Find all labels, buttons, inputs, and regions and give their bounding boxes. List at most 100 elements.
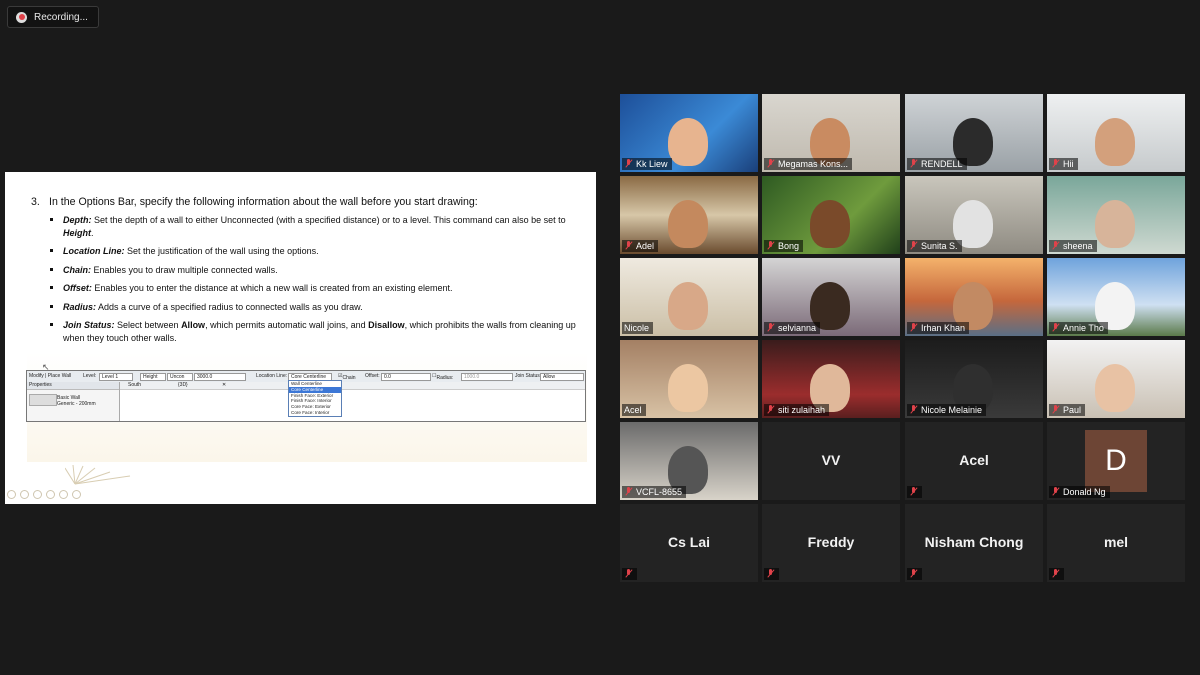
view-tabs: South {3D} ✕ <box>120 382 585 390</box>
mic-muted-icon <box>766 159 775 169</box>
shared-screen: 3. In the Options Bar, specify the follow… <box>5 172 596 504</box>
mic-muted-icon <box>766 405 775 415</box>
participant-tile[interactable]: siti zulaihah <box>762 340 900 418</box>
mic-muted-icon <box>766 569 775 579</box>
participant-name: RENDELL <box>921 159 963 169</box>
participant-name: Annie Tho <box>1063 323 1104 333</box>
recording-label: Recording... <box>34 11 88 23</box>
mic-muted-icon <box>909 405 918 415</box>
participant-tile[interactable]: Acel <box>905 422 1043 500</box>
revit-options-bar-image: Modify | Place Wall Level: Level 1 Heigh… <box>26 370 586 422</box>
participant-name-tag: VCFL-8655 <box>622 486 687 498</box>
participant-silhouette <box>1095 364 1135 412</box>
participant-tile[interactable]: Annie Tho <box>1047 258 1185 336</box>
nav-more-icon[interactable] <box>72 490 81 499</box>
participant-tile[interactable]: Nisham Chong <box>905 504 1043 582</box>
participant-tile[interactable]: sheena <box>1047 176 1185 254</box>
participant-tile[interactable]: selvianna <box>762 258 900 336</box>
recording-indicator[interactable]: Recording... <box>7 6 99 28</box>
participant-tile[interactable]: Megamas Kons... <box>762 94 900 172</box>
participant-name-tag: Sunita S. <box>907 240 962 252</box>
participant-name-tag: selvianna <box>764 322 821 334</box>
participant-tile[interactable]: Irhan Khan <box>905 258 1043 336</box>
participant-name: Megamas Kons... <box>778 159 849 169</box>
location-line-dropdown: Wall Centerline Core Centerline Finish Fac… <box>288 380 342 417</box>
mic-muted-icon <box>624 487 633 497</box>
participant-tile[interactable]: Adel <box>620 176 758 254</box>
record-icon <box>16 11 27 23</box>
mic-muted-icon <box>909 323 918 333</box>
participant-silhouette <box>668 364 708 412</box>
participant-name: Hii <box>1063 159 1074 169</box>
mic-muted-icon <box>909 569 918 579</box>
participant-tile[interactable]: Hii <box>1047 94 1185 172</box>
participant-name-tag <box>764 568 779 580</box>
participant-name-tag: Adel <box>622 240 659 252</box>
mic-muted-icon <box>1051 487 1060 497</box>
participant-tile[interactable]: mel <box>1047 504 1185 582</box>
participant-name: Nicole Melainie <box>921 405 983 415</box>
participant-tile[interactable]: D Donald Ng <box>1047 422 1185 500</box>
participant-name-tag: Hii <box>1049 158 1078 170</box>
mic-muted-icon <box>1051 323 1060 333</box>
mic-muted-icon <box>624 159 633 169</box>
dropdown-option: Core Face: Interior <box>291 409 330 415</box>
participant-name-tag: sheena <box>1049 240 1097 252</box>
mic-muted-icon <box>1051 159 1060 169</box>
participant-name-tag: Nicole <box>622 322 654 334</box>
mic-muted-icon <box>766 323 775 333</box>
bullet-list: Depth: Set the depth of a wall to either… <box>49 214 579 350</box>
slide-navigation[interactable] <box>7 490 81 499</box>
bullet-chain: Chain: Enables you to draw multiple conn… <box>49 264 579 277</box>
participant-tile[interactable]: VCFL-8655 <box>620 422 758 500</box>
mic-muted-icon <box>1051 241 1060 251</box>
participant-tile[interactable]: RENDELL <box>905 94 1043 172</box>
participant-silhouette <box>668 282 708 330</box>
nav-slides-icon[interactable] <box>46 490 55 499</box>
participant-name: selvianna <box>778 323 817 333</box>
mic-muted-icon <box>1051 569 1060 579</box>
participant-tile[interactable]: Sunita S. <box>905 176 1043 254</box>
participant-name-tag: Annie Tho <box>1049 322 1108 334</box>
participant-name-tag <box>907 568 922 580</box>
participant-tile[interactable]: VV <box>762 422 900 500</box>
participant-name-tag: Megamas Kons... <box>764 158 853 170</box>
participant-name: Kk Liew <box>636 159 668 169</box>
participant-silhouette <box>668 118 708 166</box>
participant-name: siti zulaihah <box>778 405 826 415</box>
participant-tile[interactable]: Kk Liew <box>620 94 758 172</box>
mic-muted-icon <box>624 569 633 579</box>
participant-name-tag: Bong <box>764 240 804 252</box>
mic-muted-icon <box>766 241 775 251</box>
participant-name-tag: Acel <box>622 404 646 416</box>
participant-tile[interactable]: Nicole <box>620 258 758 336</box>
participant-tile[interactable]: Nicole Melainie <box>905 340 1043 418</box>
mic-muted-icon <box>1051 405 1060 415</box>
participant-tile[interactable]: Freddy <box>762 504 900 582</box>
participant-silhouette <box>668 200 708 248</box>
avatar: D <box>1085 430 1147 492</box>
participant-tile[interactable]: Paul <box>1047 340 1185 418</box>
nav-zoom-icon[interactable] <box>59 490 68 499</box>
participant-tile[interactable]: Cs Lai <box>620 504 758 582</box>
participant-display-name: Acel <box>959 452 989 468</box>
participant-name: Paul <box>1063 405 1082 415</box>
participant-tile[interactable]: Bong <box>762 176 900 254</box>
properties-panel: Properties Basic Wall Generic - 200mm <box>27 382 120 421</box>
nav-prev-icon[interactable] <box>7 490 16 499</box>
bullet-offset: Offset: Enables you to enter the distanc… <box>49 282 579 295</box>
participant-silhouette <box>1095 118 1135 166</box>
participant-name: Sunita S. <box>921 241 958 251</box>
participant-tile[interactable]: Acel <box>620 340 758 418</box>
bullet-join-status: Join Status: Select between Allow, which… <box>49 319 579 344</box>
participant-name: Bong <box>778 241 800 251</box>
mic-muted-icon <box>909 487 918 497</box>
nav-next-icon[interactable] <box>20 490 29 499</box>
participant-name-tag <box>907 486 922 498</box>
mic-muted-icon <box>909 159 918 169</box>
participant-name-tag: Kk Liew <box>622 158 672 170</box>
participant-name-tag: Paul <box>1049 404 1086 416</box>
nav-pen-icon[interactable] <box>33 490 42 499</box>
participant-name-tag: siti zulaihah <box>764 404 830 416</box>
participant-name: sheena <box>1063 241 1093 251</box>
